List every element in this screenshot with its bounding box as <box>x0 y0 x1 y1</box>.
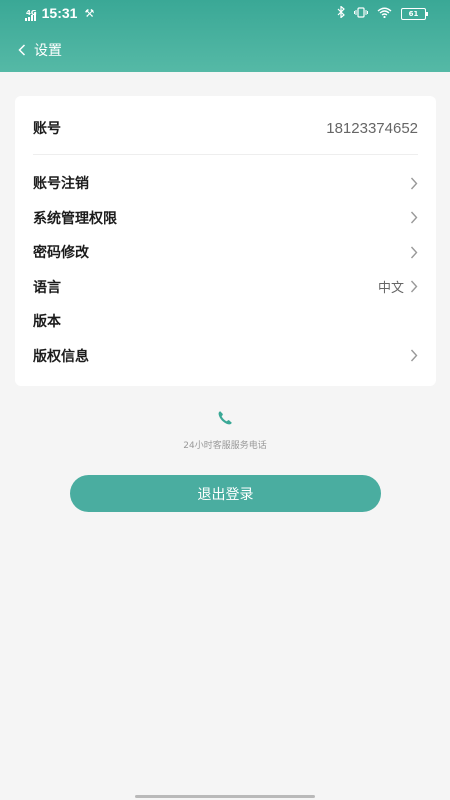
menu-item-label: 版权信息 <box>33 348 89 365</box>
chevron-right-icon <box>410 349 418 362</box>
phone-icon[interactable] <box>217 410 233 426</box>
menu-item-label: 密码修改 <box>33 245 89 262</box>
chevron-right-icon <box>410 246 418 259</box>
status-left: 4G 15:31 ⚒ <box>24 5 95 21</box>
account-value: 18123374652 <box>326 119 418 137</box>
language-value: 中文 <box>377 281 404 297</box>
menu-item-language[interactable]: 语言 中文 <box>33 270 418 305</box>
status-bar: 4G 15:31 ⚒ 61 <box>0 0 450 28</box>
vibrate-icon <box>354 6 368 22</box>
app-header: 4G 15:31 ⚒ 61 设置 <box>0 0 450 72</box>
menu-item-label: 版本 <box>33 314 61 331</box>
menu-item-copyright[interactable]: 版权信息 <box>33 339 418 374</box>
chevron-right-icon <box>410 280 418 293</box>
signal-icon <box>24 12 36 21</box>
home-indicator <box>135 795 315 798</box>
nav-bar: 设置 <box>18 40 62 60</box>
divider <box>33 154 418 155</box>
status-time: 15:31 <box>41 5 78 21</box>
chevron-right-icon <box>410 211 418 224</box>
menu-item-system-permissions[interactable]: 系统管理权限 <box>33 201 418 236</box>
account-label: 账号 <box>33 121 61 137</box>
chevron-right-icon <box>410 177 418 190</box>
status-right: 61 <box>337 5 428 22</box>
menu-item-change-password[interactable]: 密码修改 <box>33 235 418 270</box>
support-section: 24小时客服服务电话 <box>0 410 450 451</box>
menu-item-label: 系统管理权限 <box>33 210 117 227</box>
menu-item-version[interactable]: 版本 <box>33 304 418 339</box>
account-row: 账号 18123374652 <box>33 114 418 142</box>
settings-menu: 账号注销 系统管理权限 密码修改 语言 中文 版本 版权信息 <box>33 166 418 373</box>
wifi-icon <box>377 7 392 22</box>
battery-level: 61 <box>408 10 419 18</box>
bluetooth-icon <box>337 5 345 22</box>
menu-item-label: 账号注销 <box>33 176 89 193</box>
logout-button[interactable]: 退出登录 <box>70 475 381 512</box>
support-hotline-text[interactable]: 24小时客服服务电话 <box>0 438 450 451</box>
menu-item-label: 语言 <box>33 279 61 296</box>
chevron-left-icon[interactable] <box>18 44 26 56</box>
tools-icon: ⚒ <box>84 6 95 20</box>
menu-item-account-cancellation[interactable]: 账号注销 <box>33 166 418 201</box>
battery-icon: 61 <box>401 8 428 20</box>
settings-card: 账号 18123374652 账号注销 系统管理权限 密码修改 语言 中文 版本… <box>15 96 436 386</box>
page-title: 设置 <box>34 43 62 59</box>
